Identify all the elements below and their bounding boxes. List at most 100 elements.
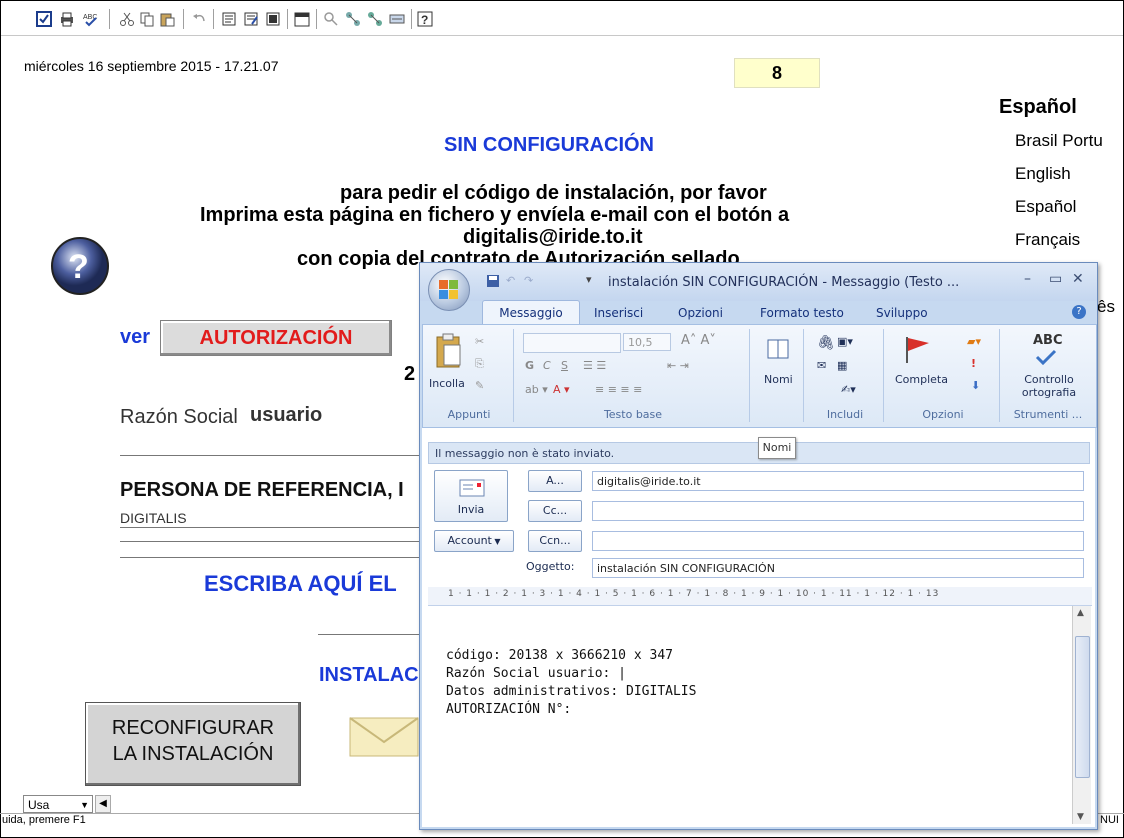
authorization-button[interactable]: AUTORIZACIÓN [160,320,392,356]
spellcheck-abc[interactable]: ABC [1033,333,1063,348]
reconfigure-button[interactable]: RECONFIGURAR LA INSTALACIÓN [85,702,301,786]
help-icon[interactable]: ? [417,11,433,27]
attach-icon[interactable]: 🖇 [817,335,835,351]
to-button[interactable]: A... [528,470,582,492]
maximize-icon[interactable]: ▭ [1049,271,1062,287]
paste-icon[interactable] [159,11,175,27]
bcc-field[interactable] [592,531,1084,551]
low-importance-icon[interactable]: ⬇ [971,379,980,392]
envelope-icon[interactable] [348,714,420,758]
tab-sviluppo[interactable]: Sviluppo [876,306,928,320]
language-english[interactable]: English [1015,164,1071,184]
scroll-down-icon[interactable]: ▼ [1077,812,1084,822]
ruler[interactable]: 1 · 1 · 1 · 2 · 1 · 3 · 1 · 4 · 1 · 5 · … [428,587,1092,606]
divider [318,634,420,635]
tab-formato-testo[interactable]: Formato testo [760,306,844,320]
language-combo[interactable]: Usa ▼ [23,795,93,813]
redo-icon[interactable]: ↷ [524,274,533,287]
format-painter-icon[interactable]: ✎ [475,379,484,392]
language-espanol[interactable]: Español [1015,197,1076,217]
bold-icon[interactable]: G [525,359,534,372]
language-francais[interactable]: Français [1015,230,1080,250]
to-field[interactable]: digitalis@iride.to.it [592,471,1084,491]
separator [287,9,288,29]
minimize-icon[interactable]: – [1024,271,1031,287]
business-card-icon[interactable]: ▣▾ [837,335,853,348]
categorize-icon[interactable]: ▰▾ [967,335,981,348]
spellcheck-icon[interactable]: ABC [83,11,99,27]
highlight-icon[interactable]: ab ▾ [525,383,548,396]
copy-icon[interactable]: ⎘ [475,357,484,371]
language-partial[interactable]: ês [1097,297,1115,317]
undo-icon[interactable]: ↶ [506,274,515,287]
font-color-icon[interactable]: A ▾ [553,383,570,396]
ribbon: Incolla ✂ ⎘ ✎ Appunti 10,5 A˄ A˅ G C S ☰… [422,324,1097,428]
send-icon [459,479,485,497]
scroll-up-icon[interactable]: ▲ [1077,608,1084,618]
scroll-left-button[interactable]: ◀ [95,795,111,813]
bullets-icon[interactable]: ☰ ☰ [583,359,606,372]
paste-label[interactable]: Incolla [429,377,465,390]
tab-inserisci[interactable]: Inserisci [594,306,643,320]
scroll-thumb[interactable] [1075,636,1090,778]
ribbon-tabs: Inserisci Opzioni Formato testo Sviluppo… [420,301,1097,325]
print-icon[interactable] [59,11,75,27]
quick-access-menu-icon[interactable]: ▾ [586,273,592,286]
help-icon[interactable]: ? [50,236,110,296]
cc-button[interactable]: Cc... [528,500,582,522]
attach-item-icon[interactable]: ✉ [817,359,826,372]
account-button[interactable]: Account ▼ [434,530,514,552]
follow-up-flag-icon[interactable] [903,335,933,365]
key-icon[interactable] [323,11,339,27]
align-icon[interactable]: ≡ ≡ ≡ ≡ [595,383,642,396]
bcc-button[interactable]: Ccn... [528,530,582,552]
undo-icon[interactable] [191,11,207,27]
font-size-combo[interactable]: 10,5 [623,333,671,351]
email-address: digitalis@iride.to.it [463,226,643,248]
language-brasil[interactable]: Brasil Portu [1015,131,1103,151]
spellcheck-icon[interactable] [1035,349,1057,365]
checkbox-icon[interactable] [36,11,52,27]
group-testo-base: 10,5 A˄ A˅ G C S ☰ ☰ ⇤ ⇥ ab ▾ A ▾ ≡ ≡ ≡ … [517,329,750,422]
group-appunti: Incolla ✂ ⎘ ✎ Appunti [425,329,514,422]
message-body[interactable]: código: 20138 x 3666210 x 347 Razón Soci… [428,606,1072,824]
high-importance-icon[interactable]: ! [971,357,976,370]
save-icon[interactable] [486,274,500,288]
close-icon[interactable]: ✕ [1072,271,1084,287]
cut-icon[interactable] [119,11,135,27]
address-book-icon[interactable] [766,337,790,361]
font-name-combo[interactable] [523,333,621,353]
cut-icon[interactable]: ✂ [475,335,484,348]
vertical-scrollbar[interactable]: ▲ ▼ [1072,606,1091,824]
connect-icon[interactable] [389,11,405,27]
network-icon[interactable] [345,11,361,27]
body-line: Datos administrativos: DIGITALIS [446,684,697,699]
paste-icon[interactable] [435,333,463,369]
italic-icon[interactable]: C [543,359,551,372]
group-nomi: Nomi [753,329,804,422]
network-settings-icon[interactable] [367,11,383,27]
signature-icon[interactable]: ✍▾ [841,383,856,396]
grow-font-icon[interactable]: A˄ A˅ [681,333,716,348]
document-edit-icon[interactable] [243,11,259,27]
send-button[interactable]: Invia [434,470,508,522]
names-label[interactable]: Nomi [764,373,793,386]
subject-field[interactable]: instalación SIN CONFIGURACIÓN [592,558,1084,578]
copy-icon[interactable] [139,11,155,27]
cc-field[interactable] [592,501,1084,521]
indent-icon[interactable]: ⇤ ⇥ [667,359,689,372]
document-list-icon[interactable] [265,11,281,27]
tab-opzioni[interactable]: Opzioni [678,306,723,320]
language-heading: Español [999,96,1077,118]
calendar-icon[interactable]: ▦ [837,359,847,372]
window-title-bar[interactable]: ↶ ↷ ▾ instalación SIN CONFIGURACIÓN - Me… [420,263,1097,311]
calendar-icon[interactable] [294,11,310,27]
group-label-testo-base: Testo base [603,408,663,421]
underline-icon[interactable]: S [561,359,568,372]
body-line: AUTORIZACIÓN N°: [446,702,572,717]
help-icon[interactable]: ? [1072,305,1086,319]
document-icon[interactable] [221,11,237,27]
complete-label[interactable]: Completa [895,373,948,386]
svg-text:?: ? [68,248,89,286]
spellcheck-label[interactable]: Controllo ortografia [1011,373,1087,399]
